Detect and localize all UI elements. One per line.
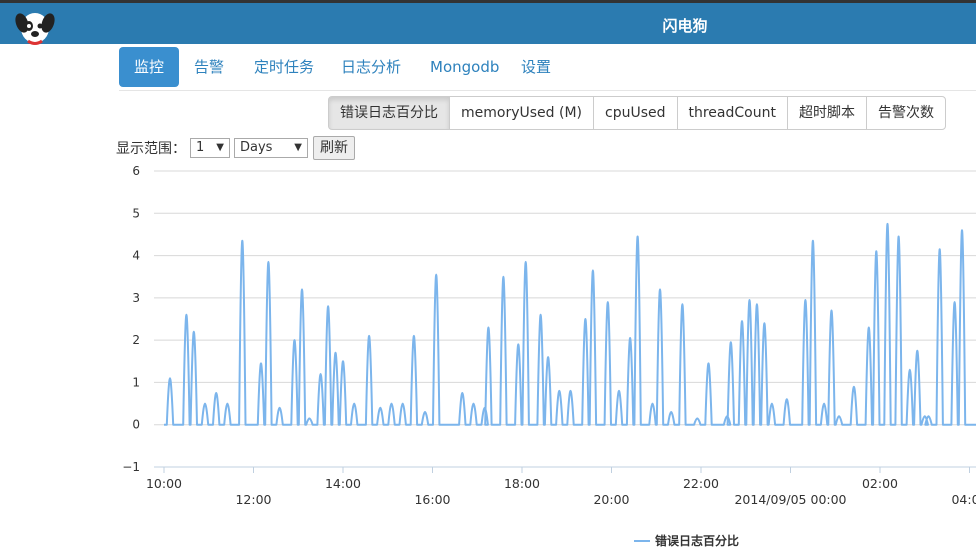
metric-alert-count-button[interactable]: 告警次数 <box>865 96 946 130</box>
app-title: 闪电狗 <box>662 17 708 35</box>
nav-tab-settings[interactable]: 设置 <box>506 47 566 87</box>
nav-divider <box>119 90 976 91</box>
range-unit-select[interactable]: Days ▼ <box>234 138 308 158</box>
x-tick-label: 20:00 <box>593 492 629 507</box>
metric-thread-count-button[interactable]: threadCount <box>676 96 788 130</box>
y-tick-label: 3 <box>132 291 140 305</box>
series-line-error-log-percent <box>164 222 976 426</box>
x-tick-label: 12:00 <box>235 492 271 507</box>
dog-logo-icon[interactable] <box>14 8 56 48</box>
chevron-down-icon: ▼ <box>216 142 224 153</box>
x-tick-label: 02:00 <box>862 476 898 491</box>
metric-cpu-used-button[interactable]: cpuUsed <box>593 96 678 130</box>
chart-legend-item[interactable]: 错误日志百分比 <box>634 532 739 549</box>
metric-error-log-percent-button[interactable]: 错误日志百分比 <box>328 96 450 130</box>
x-tick-label: 16:00 <box>414 492 450 507</box>
y-tick-label: −1 <box>122 460 140 474</box>
nav-tab-log-analysis[interactable]: 日志分析 <box>326 47 416 87</box>
metric-timeout-scripts-button[interactable]: 超时脚本 <box>786 96 867 130</box>
nav-tab-alerts[interactable]: 告警 <box>179 47 239 87</box>
nav-tab-monitor[interactable]: 监控 <box>119 47 180 87</box>
range-value-select[interactable]: 1 ▼ <box>190 138 230 158</box>
y-tick-label: 2 <box>132 333 140 347</box>
x-tick-label: 2014/09/05 00:00 <box>734 492 846 507</box>
chevron-down-icon: ▼ <box>294 142 302 153</box>
y-tick-label: 0 <box>132 418 140 432</box>
x-tick-label: 04:00 <box>951 492 976 507</box>
x-tick-label: 22:00 <box>683 476 719 491</box>
legend-swatch <box>634 539 650 542</box>
y-tick-label: 5 <box>132 206 140 220</box>
range-unit-text: Days <box>240 140 273 155</box>
nav-tab-scheduled-tasks[interactable]: 定时任务 <box>239 47 329 87</box>
nav-tab-mongodb[interactable]: Mongodb <box>415 47 514 87</box>
x-tick-label: 18:00 <box>504 476 540 491</box>
y-tick-label: 1 <box>132 375 140 389</box>
display-range-row: 显示范围： 1 ▼ Days ▼ 刷新 <box>116 136 355 160</box>
error-log-percent-chart: 6 5 4 3 2 1 0 −1 10:00 12:00 14:00 16:00 18:00 20:00 2… <box>122 164 976 507</box>
range-value-text: 1 <box>196 140 205 155</box>
x-tick-label: 14:00 <box>325 476 361 491</box>
metric-memory-used-button[interactable]: memoryUsed (M) <box>449 96 594 130</box>
display-range-label: 显示范围： <box>116 141 186 157</box>
x-tick-label: 10:00 <box>146 476 182 491</box>
legend-label: 错误日志百分比 <box>655 534 740 548</box>
refresh-button[interactable]: 刷新 <box>313 136 355 160</box>
metric-button-group: 错误日志百分比 memoryUsed (M) cpuUsed threadCou… <box>328 96 946 130</box>
y-tick-label: 6 <box>132 164 140 178</box>
top-bar: 闪电狗 <box>0 0 976 45</box>
y-tick-label: 4 <box>132 249 140 263</box>
